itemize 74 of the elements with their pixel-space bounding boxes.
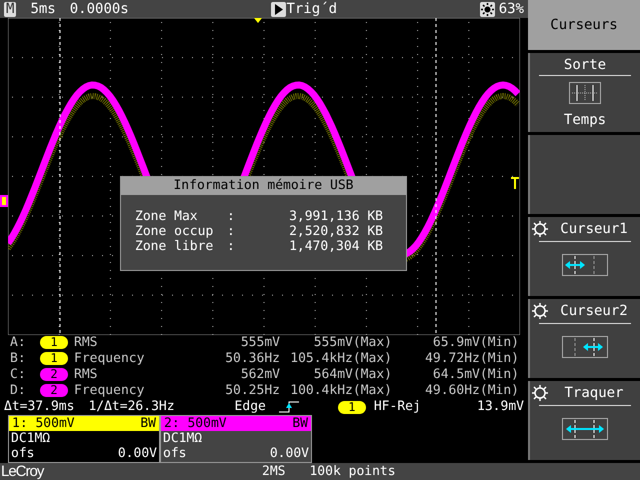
knob-icon bbox=[532, 303, 548, 319]
dialog-title: Information mémoire USB bbox=[121, 177, 406, 195]
sample-rate-label: 2MS bbox=[262, 464, 286, 480]
timebase-label: 5ms bbox=[30, 1, 56, 17]
threshold-label: 13.9mV bbox=[477, 399, 524, 415]
menu-title: Curseurs bbox=[528, 0, 640, 50]
min-value: 65.9mV(Min) bbox=[432, 335, 519, 351]
colon: : bbox=[227, 224, 236, 239]
menu-knob-button[interactable]: Curseur2 bbox=[528, 299, 640, 378]
min-value: 49.72Hz(Min) bbox=[424, 351, 519, 367]
info-label: Zone libre bbox=[135, 239, 214, 254]
slot-label: B: bbox=[10, 351, 27, 367]
max-value: 105.4kHz(Max) bbox=[289, 351, 392, 367]
colon: : bbox=[227, 239, 236, 254]
brightness-icon bbox=[480, 2, 495, 16]
channel-badge: 1 bbox=[40, 336, 68, 349]
knob-icon bbox=[532, 385, 548, 401]
scale-label: 1: 500mV bbox=[12, 416, 75, 431]
slot-label: A: bbox=[10, 335, 27, 351]
slot-label: D: bbox=[10, 383, 27, 399]
rising-edge-icon bbox=[278, 401, 300, 413]
record-length-label: 100k points bbox=[309, 464, 396, 480]
trigger-level-marker bbox=[511, 177, 519, 189]
menu-knob-button[interactable]: Traquer bbox=[528, 381, 640, 460]
measurement-value: 50.36Hz bbox=[224, 351, 280, 367]
brand-logo: LeCroy bbox=[0, 464, 45, 480]
channel-badge: 1 bbox=[338, 401, 366, 414]
channel-panel[interactable]: 1: 500mV BW DC1MΩ ofs 0.00V bbox=[8, 415, 160, 463]
channel-badge: 2 bbox=[40, 368, 68, 381]
knob-icon bbox=[532, 221, 548, 237]
info-label: Zone Max bbox=[135, 209, 199, 224]
offset-value: 0.00V bbox=[270, 446, 309, 461]
max-value: 555mV(Max) bbox=[312, 335, 392, 351]
coupling-label: DC1MΩ bbox=[163, 431, 202, 446]
info-value: 1,470,304 KB bbox=[288, 239, 383, 254]
time-cursors-icon bbox=[569, 82, 601, 104]
parameter-label: RMS bbox=[73, 335, 98, 351]
offset-label: ofs bbox=[163, 446, 186, 461]
delta-t-label: Δt=37.9ms bbox=[4, 399, 74, 415]
delay-label: 0.0000s bbox=[70, 1, 129, 17]
channel-marker-icon bbox=[0, 195, 8, 207]
measurement-value: 555mV bbox=[240, 335, 280, 351]
slot-label: C: bbox=[10, 367, 27, 383]
brightness-label: 63% bbox=[498, 1, 524, 17]
offset-value: 0.00V bbox=[118, 446, 157, 461]
parameter-label: Frequency bbox=[73, 351, 146, 367]
measurement-value: 562mV bbox=[240, 367, 280, 383]
mode-label: M bbox=[4, 2, 16, 16]
min-value: 49.60Hz(Min) bbox=[424, 383, 519, 399]
menu-option-button[interactable]: Sorte Temps bbox=[528, 53, 640, 132]
channel-badge: 2 bbox=[40, 384, 68, 397]
coupling-label: HF-Rej bbox=[374, 399, 421, 415]
info-label: Zone occup bbox=[135, 224, 214, 239]
channel-panel[interactable]: 2: 500mV BW DC1MΩ ofs 0.00V bbox=[160, 415, 312, 463]
info-value: 3,991,136 KB bbox=[288, 209, 383, 224]
coupling-label: DC1MΩ bbox=[11, 431, 50, 446]
channel-badge: 1 bbox=[40, 352, 68, 365]
parameter-label: Frequency bbox=[73, 383, 146, 399]
play-icon bbox=[271, 2, 286, 16]
inverse-delta-t-label: 1/Δt=26.3Hz bbox=[88, 399, 175, 415]
trigger-type-label: Edge bbox=[234, 399, 266, 415]
colon: : bbox=[227, 209, 236, 224]
scale-label: 2: 500mV bbox=[164, 416, 227, 431]
bandwidth-label: BW bbox=[292, 416, 308, 431]
bandwidth-label: BW bbox=[140, 416, 156, 431]
measurement-value: 50.25Hz bbox=[224, 383, 280, 399]
parameter-label: RMS bbox=[73, 367, 98, 383]
menu-knob-button[interactable]: Curseur1 bbox=[528, 217, 640, 296]
offset-label: ofs bbox=[11, 446, 34, 461]
max-value: 564mV(Max) bbox=[312, 367, 392, 383]
min-value: 64.5mV(Min) bbox=[432, 367, 519, 383]
info-value: 2,520,832 KB bbox=[288, 224, 383, 239]
max-value: 100.4kHz(Max) bbox=[289, 383, 392, 399]
trigger-state-label: Trig´d bbox=[286, 1, 338, 17]
